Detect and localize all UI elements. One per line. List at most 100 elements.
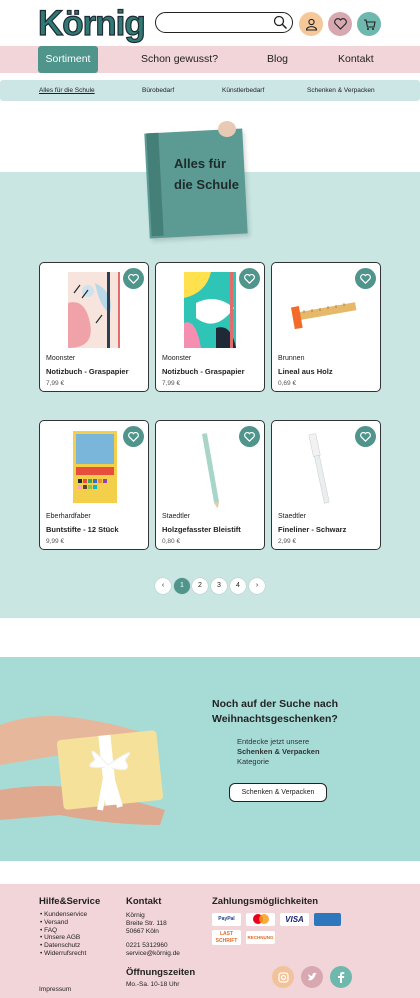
product-name[interactable]: Lineal aus Holz <box>278 367 333 376</box>
footer-link[interactable]: • Datenschutz <box>40 942 87 950</box>
footer-link[interactable]: • Unsere AGB <box>40 934 87 942</box>
product-brand: Staedtler <box>162 513 191 520</box>
nav-item-schon-gewusst[interactable]: Schon gewusst? <box>141 46 218 73</box>
footer: Hilfe&Service • Kundenservice • Versand … <box>0 884 420 998</box>
product-brand: Moonster <box>46 355 76 362</box>
footer-phone[interactable]: 0221 5312960 <box>126 942 168 950</box>
promo-heading-line-1: Noch auf der Suche nach <box>212 698 339 710</box>
nav-item-kontakt[interactable]: Kontakt <box>338 46 374 73</box>
favorite-button[interactable] <box>239 426 260 447</box>
favorite-button[interactable] <box>355 426 376 447</box>
amex-icon <box>314 913 341 926</box>
promo-text: Entdecke jetzt unsere Schenken & Verpack… <box>237 737 320 767</box>
product-price: 2,99 € <box>278 538 297 545</box>
product-price: 7,99 € <box>162 380 181 387</box>
product-name[interactable]: Fineliner - Schwarz <box>278 525 346 534</box>
paypal-icon: PayPal <box>212 913 241 926</box>
gift-hands-image <box>0 716 165 825</box>
heart-icon <box>244 431 255 442</box>
product-name[interactable]: Notizbuch - Graspapier <box>162 367 245 376</box>
pagination-next[interactable]: › <box>249 578 265 594</box>
nav-item-blog[interactable]: Blog <box>267 46 288 73</box>
page-3-button[interactable]: 3 <box>211 578 227 594</box>
subnav-item-kuenstler[interactable]: Künstlerbedarf <box>222 80 264 101</box>
logo[interactable]: Körnig <box>37 3 146 44</box>
footer-link[interactable]: • Widerrufsrecht <box>40 950 87 958</box>
footer-hours-title: Öffnungszeiten <box>126 967 196 978</box>
visa-icon: VISA <box>280 913 309 926</box>
footer-link-label: Versand <box>44 918 68 926</box>
footer-link-label: Widerrufsrecht <box>44 949 87 957</box>
user-icon[interactable] <box>299 12 323 36</box>
rechnung-icon: RECHNUNG <box>246 931 275 944</box>
facebook-icon[interactable] <box>330 966 352 988</box>
heart-icon <box>360 273 371 284</box>
nav-item-sortiment[interactable]: Sortiment <box>38 46 98 73</box>
product-card[interactable]: Moonster Notizbuch - Graspapier 7,99 € <box>39 262 149 392</box>
favorite-button[interactable] <box>123 268 144 289</box>
product-brand: Brunnen <box>278 355 305 362</box>
footer-hours: Mo.-Sa. 10-18 Uhr <box>126 981 180 988</box>
favorite-button[interactable] <box>239 268 260 289</box>
footer-link[interactable]: • Kundenservice <box>40 911 87 919</box>
impressum-link[interactable]: Impressum <box>39 986 71 994</box>
cart-icon[interactable] <box>357 12 381 36</box>
product-brand: Staedtler <box>278 513 307 520</box>
instagram-icon[interactable] <box>272 966 294 988</box>
address-line: Körnig <box>126 912 145 919</box>
footer-link-label: Kundenservice <box>44 911 88 918</box>
product-price: 9,99 € <box>46 538 65 545</box>
promo-text-line-3: Kategorie <box>237 757 270 766</box>
heart-icon <box>360 431 371 442</box>
product-price: 0,80 € <box>162 538 181 545</box>
promo-category-name: Schenken & Verpacken <box>237 747 320 756</box>
product-name[interactable]: Holzgefasster Bleistift <box>162 525 241 534</box>
footer-contact-title: Kontakt <box>126 896 162 907</box>
promo-cta-button[interactable]: Schenken & Verpacken <box>229 783 327 802</box>
product-name[interactable]: Notizbuch - Graspapier <box>46 367 129 376</box>
footer-payment-title: Zahlungsmöglichkeiten <box>212 896 319 907</box>
page-title: Alles für die Schule <box>174 153 254 195</box>
page-title-line-2: die Schule <box>174 177 240 192</box>
product-card[interactable]: Moonster Notizbuch - Graspapier 7,99 € <box>155 262 265 392</box>
twitter-icon[interactable] <box>301 966 323 988</box>
lastschrift-icon: LAST SCHRIFT <box>212 930 241 945</box>
main-nav: Sortiment Schon gewusst? Blog Kontakt <box>0 46 420 73</box>
product-card[interactable]: Eberhardfaber Buntstifte - 12 Stück 9,99… <box>39 420 149 550</box>
pagination-prev[interactable]: ‹ <box>155 578 171 594</box>
product-card[interactable]: Staedtler Fineliner - Schwarz 2,99 € <box>271 420 381 550</box>
footer-service-title: Hilfe&Service <box>39 896 101 907</box>
heart-icon <box>128 431 139 442</box>
footer-link[interactable]: • Versand <box>40 919 87 927</box>
address-line: 50667 Köln <box>126 927 159 935</box>
product-name[interactable]: Buntstifte - 12 Stück <box>46 525 119 534</box>
mastercard-icon <box>246 913 275 926</box>
heart-icon <box>244 273 255 284</box>
product-price: 0,69 € <box>278 380 297 387</box>
favorite-button[interactable] <box>123 426 144 447</box>
subnav-item-schule[interactable]: Alles für die Schule <box>39 80 95 101</box>
page-2-button[interactable]: 2 <box>192 578 208 594</box>
subnav-item-schenken[interactable]: Schenken & Verpacken <box>307 80 375 101</box>
subnav-item-buero[interactable]: Bürobedarf <box>142 80 174 101</box>
promo-heading: Noch auf der Suche nach Weihnachtsgesche… <box>212 697 392 727</box>
product-card[interactable]: Staedtler Holzgefasster Bleistift 0,80 € <box>155 420 265 550</box>
footer-link-label: FAQ <box>44 926 58 934</box>
page-1-button[interactable]: 1 <box>174 578 190 594</box>
footer-address: Körnig Breite Str. 118 50667 Köln <box>126 912 167 935</box>
address-line: Breite Str. 118 <box>126 919 167 927</box>
page-4-button[interactable]: 4 <box>230 578 246 594</box>
product-price: 7,99 € <box>46 380 65 387</box>
promo-heading-line-2: Weihnachtsgeschenken? <box>212 713 338 725</box>
search-input[interactable] <box>155 12 293 33</box>
favorite-button[interactable] <box>355 268 376 289</box>
product-card[interactable]: Brunnen Lineal aus Holz 0,69 € <box>271 262 381 392</box>
page-title-line-1: Alles für <box>174 156 227 171</box>
footer-link-label: Datenschutz <box>44 942 81 950</box>
heart-icon[interactable] <box>328 12 352 36</box>
footer-link[interactable]: • FAQ <box>40 927 87 935</box>
footer-service-links: • Kundenservice • Versand • FAQ • Unsere… <box>40 911 87 958</box>
heart-icon <box>128 273 139 284</box>
search-icon[interactable] <box>273 15 288 30</box>
footer-email[interactable]: service@körnig.de <box>126 950 180 958</box>
